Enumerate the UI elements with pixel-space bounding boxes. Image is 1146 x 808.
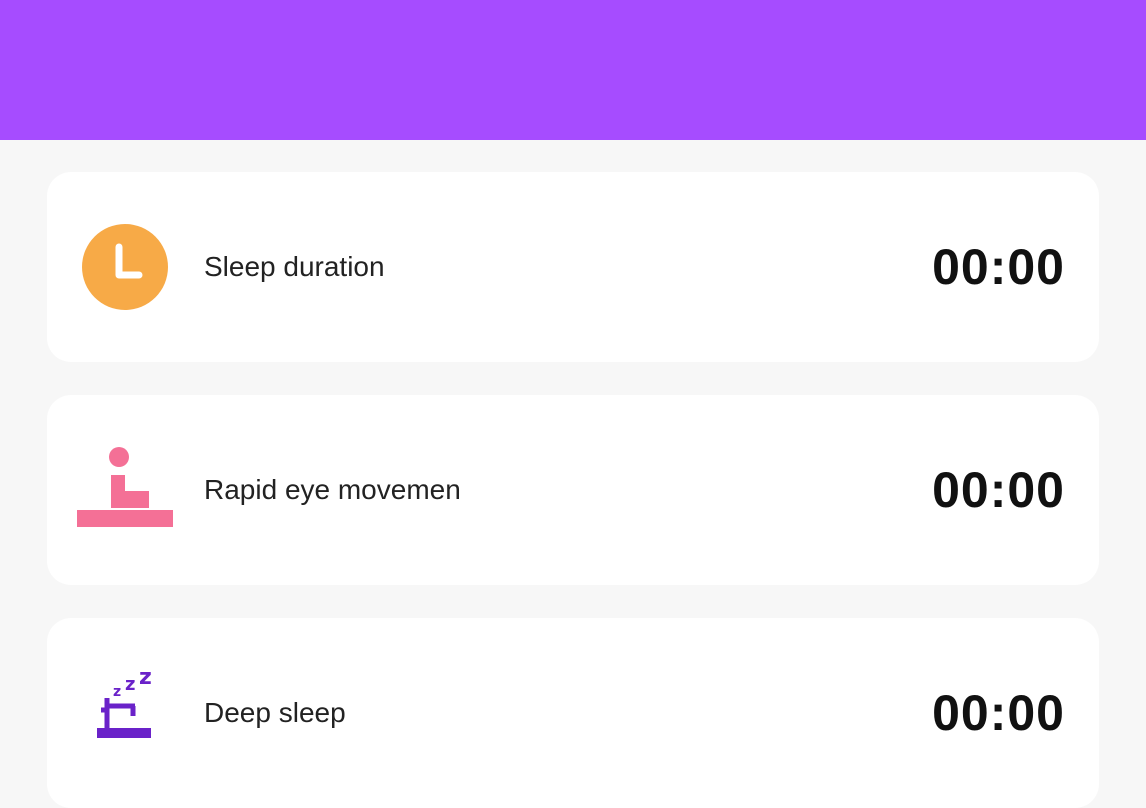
svg-text:z: z [125, 674, 135, 695]
deep-sleep-value: 00:00 [932, 685, 1065, 741]
sleep-duration-card[interactable]: Sleep duration 00:00 [47, 172, 1099, 362]
deep-sleep-icon: z z z [77, 668, 173, 758]
rem-icon [77, 445, 173, 535]
rem-label: Rapid eye movemen [204, 474, 461, 505]
sleep-duration-value: 00:00 [932, 239, 1065, 295]
rem-value: 00:00 [932, 462, 1065, 518]
svg-text:z: z [113, 684, 121, 700]
app-header [0, 0, 1146, 140]
sleep-duration-label: Sleep duration [204, 251, 385, 282]
deep-sleep-label: Deep sleep [204, 697, 346, 728]
svg-text:z: z [139, 668, 152, 690]
deep-sleep-card[interactable]: z z z Deep sleep 00:00 [47, 618, 1099, 808]
rem-card[interactable]: Rapid eye movemen 00:00 [47, 395, 1099, 585]
clock-icon [77, 222, 173, 312]
